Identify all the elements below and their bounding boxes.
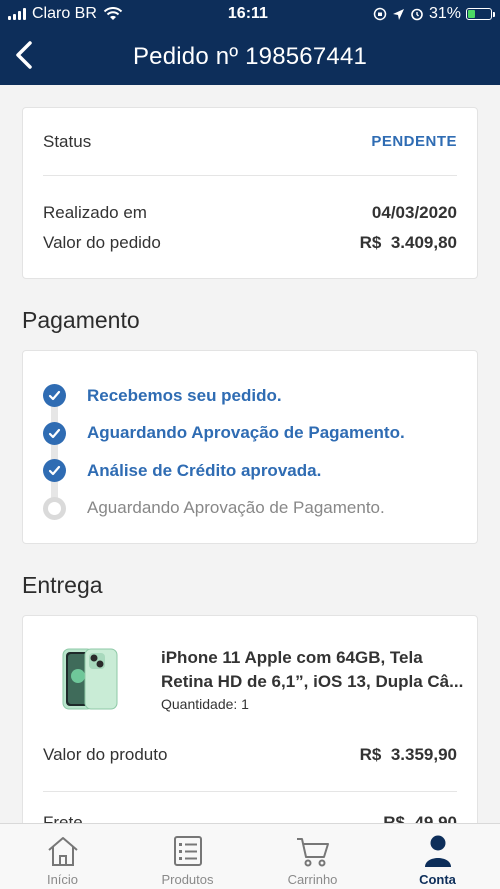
product-image <box>62 648 118 710</box>
payment-card: Recebemos seu pedido. Aguardando Aprovaç… <box>22 350 478 544</box>
check-icon <box>43 384 66 408</box>
date-row: Realizado em 04/03/2020 <box>43 198 457 228</box>
status-bar: Claro BR 16:11 31% <box>0 0 500 28</box>
total-row: Valor do pedido R$ 3.409,80 <box>43 228 457 258</box>
delivery-card: iPhone 11 Apple com 64GB, Tela Retina HD… <box>22 615 478 823</box>
tab-label: Carrinho <box>287 872 338 887</box>
tab-label: Conta <box>419 872 456 887</box>
check-icon <box>43 459 66 483</box>
product-value-label: Valor do produto <box>43 744 168 764</box>
tab-inicio[interactable]: Início <box>0 824 125 889</box>
wifi-icon <box>103 7 123 20</box>
list-icon <box>173 836 202 866</box>
product-quantity: Quantidade: 1 <box>161 696 249 712</box>
home-icon <box>47 837 78 866</box>
nav-bar: Pedido nº 198567441 <box>0 28 500 85</box>
tab-carrinho[interactable]: Carrinho <box>250 824 375 889</box>
cart-icon <box>296 838 329 867</box>
alarm-icon <box>411 8 423 21</box>
shipping-row: Frete R$ 49,90 <box>43 792 457 823</box>
tab-conta[interactable]: Conta <box>375 824 500 889</box>
payment-step: Recebemos seu pedido. <box>43 377 457 437</box>
product-name: iPhone 11 Apple com 64GB, Tela Retina HD… <box>161 648 464 691</box>
date-label: Realizado em <box>43 203 147 222</box>
status-row: Status PENDENTE <box>43 108 457 176</box>
shipping-value: R$ 49,90 <box>383 813 457 823</box>
status-value: PENDENTE <box>371 133 457 150</box>
product-value: R$ 3.359,90 <box>359 744 457 764</box>
payment-step-label: Recebemos seu pedido. <box>87 385 282 405</box>
tab-produtos[interactable]: Produtos <box>125 824 250 889</box>
payment-step: Aguardando Aprovação de Pagamento. <box>43 415 457 475</box>
tab-label: Início <box>46 872 79 887</box>
tab-label: Produtos <box>161 872 214 887</box>
page-title: Pedido nº 198567441 <box>132 42 368 70</box>
payment-section-title: Pagamento <box>22 307 140 333</box>
scroll-content[interactable]: Status PENDENTE Realizado em 04/03/2020 … <box>0 85 500 823</box>
payment-step: Aguardando Aprovação de Pagamento. <box>43 490 457 528</box>
total-value: R$ 3.409,80 <box>359 233 457 252</box>
total-label: Valor do pedido <box>43 233 161 252</box>
payment-step-label: Aguardando Aprovação de Pagamento. <box>87 423 405 443</box>
shipping-label: Frete <box>43 813 83 823</box>
carrier-name: Claro BR <box>32 5 97 22</box>
signal-icon <box>8 8 26 20</box>
tab-bar: Início Produtos Carrinho Conta <box>0 823 500 889</box>
payment-step: Análise de Crédito aprovada. <box>43 452 457 512</box>
date-value: 04/03/2020 <box>371 203 457 222</box>
payment-step-label: Análise de Crédito aprovada. <box>87 460 322 480</box>
payment-step-label: Aguardando Aprovação de Pagamento. <box>87 498 385 518</box>
pending-circle-icon <box>43 496 66 520</box>
battery-percent: 31% <box>428 5 461 22</box>
user-icon <box>424 835 451 867</box>
order-summary-card: Status PENDENTE Realizado em 04/03/2020 … <box>22 107 478 279</box>
back-arrow-icon[interactable] <box>10 40 40 70</box>
rotation-lock-icon <box>373 7 387 21</box>
product-item[interactable]: iPhone 11 Apple com 64GB, Tela Retina HD… <box>43 646 463 712</box>
delivery-section-title: Entrega <box>22 572 103 598</box>
clock: 16:11 <box>227 5 268 22</box>
battery-icon <box>465 8 495 20</box>
status-label: Status <box>43 131 92 151</box>
location-icon <box>392 8 404 20</box>
product-value-row: Valor do produto R$ 3.359,90 <box>43 712 457 792</box>
check-icon <box>43 421 66 445</box>
